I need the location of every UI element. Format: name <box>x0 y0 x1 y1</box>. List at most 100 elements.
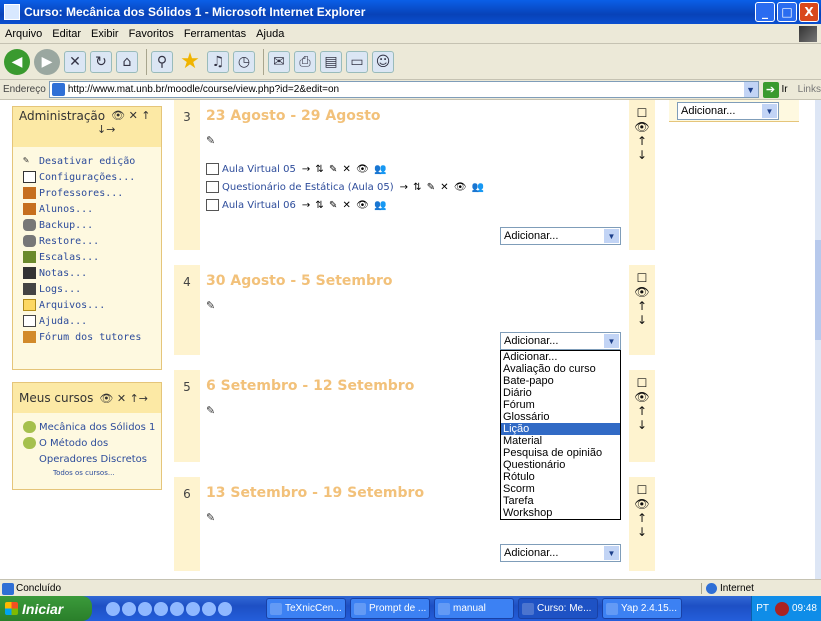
start-button[interactable]: Iniciar <box>0 596 92 621</box>
refresh-button[interactable]: ↻ <box>90 50 112 73</box>
dropdown-option[interactable]: Glossário <box>501 411 620 423</box>
language-indicator[interactable]: PT <box>756 603 769 614</box>
admin-block-controls[interactable]: 👁 ✕ ↑ <box>111 109 150 123</box>
dropdown-option-selected[interactable]: Lição <box>501 423 620 435</box>
go-button[interactable]: ➔ Ir <box>762 81 788 98</box>
admin-item-help[interactable]: Ajuda... <box>13 313 161 329</box>
admin-item-grades[interactable]: Notas... <box>13 265 161 281</box>
admin-item-tutors-forum[interactable]: Fórum dos tutores <box>13 329 161 345</box>
dropdown-option[interactable]: Tarefa <box>501 495 620 507</box>
taskbar-prompt[interactable]: Prompt de ... <box>350 598 430 619</box>
highlight-icon[interactable]: ☐ <box>637 376 648 390</box>
eye-icon[interactable]: 👁 <box>634 285 649 299</box>
quick-launch-icon[interactable] <box>106 601 120 616</box>
quick-launch-icon[interactable] <box>218 601 232 616</box>
arrow-up-icon[interactable]: ↑ <box>637 299 647 313</box>
dropdown-option[interactable]: Rótulo <box>501 471 620 483</box>
edit-summary-icon[interactable]: ✎ <box>206 299 623 313</box>
admin-item-backup[interactable]: Backup... <box>13 217 161 233</box>
arrow-up-icon[interactable]: ↑ <box>637 134 647 148</box>
admin-item-logs[interactable]: Logs... <box>13 281 161 297</box>
menu-arquivo[interactable]: Arquivo <box>0 28 47 40</box>
maximize-button[interactable]: □ <box>777 2 797 22</box>
address-dropdown-icon[interactable]: ▼ <box>743 82 758 97</box>
quick-launch-icon[interactable] <box>202 601 216 616</box>
dropdown-option[interactable]: Fórum <box>501 399 620 411</box>
activity-tools[interactable]: → ⇅ ✎ ✕ 👁 👥 <box>302 164 388 175</box>
arrow-up-icon[interactable]: ↑ <box>637 404 647 418</box>
dropdown-option[interactable]: Diário <box>501 387 620 399</box>
dropdown-option[interactable]: Bate-papo <box>501 375 620 387</box>
right-add-select[interactable]: Adicionar... ▼ <box>677 102 779 120</box>
menu-favoritos[interactable]: Favoritos <box>124 28 179 40</box>
close-button[interactable]: X <box>799 2 819 22</box>
arrow-down-icon[interactable]: ↓ <box>637 418 647 432</box>
folder-button[interactable]: ▭ <box>346 50 368 73</box>
dropdown-option[interactable]: Avaliação do curso <box>501 363 620 375</box>
activity-row[interactable]: Aula Virtual 06 → ⇅ ✎ ✕ 👁 👥 <box>206 196 623 214</box>
course-item-metodo-cont[interactable]: Operadores Discretos <box>13 451 161 467</box>
eye-icon[interactable]: 👁 <box>634 120 649 134</box>
quick-launch-icon[interactable] <box>170 601 184 616</box>
favorites-button[interactable]: ★ <box>177 49 203 75</box>
dropdown-option[interactable]: Scorm <box>501 483 620 495</box>
quick-launch-icon[interactable] <box>154 601 168 616</box>
quick-launch-icon[interactable] <box>122 601 136 616</box>
highlight-icon[interactable]: ☐ <box>637 483 648 497</box>
back-button[interactable]: ◀ <box>4 48 30 75</box>
course-item-mecanica[interactable]: Mecânica dos Sólidos 1 <box>13 419 161 435</box>
admin-item-restore[interactable]: Restore... <box>13 233 161 249</box>
messenger-button[interactable]: ☺ <box>372 50 394 73</box>
quick-launch-icon[interactable] <box>138 601 152 616</box>
highlight-icon[interactable]: ☐ <box>637 271 648 285</box>
mail-button[interactable]: ✉ <box>268 50 290 73</box>
dropdown-option[interactable]: Material <box>501 435 620 447</box>
all-courses-link[interactable]: Todos os cursos... <box>13 469 161 477</box>
edit-summary-icon[interactable]: ✎ <box>206 134 623 148</box>
arrow-down-icon[interactable]: ↓ <box>637 148 647 162</box>
my-courses-controls[interactable]: 👁 ✕ ↑→ <box>99 392 148 405</box>
dropdown-option[interactable]: Questionário <box>501 459 620 471</box>
activity-row[interactable]: Questionário de Estática (Aula 05) → ⇅ ✎ … <box>206 178 623 196</box>
links-label[interactable]: Links <box>798 84 821 95</box>
scrollbar-thumb[interactable] <box>815 240 821 340</box>
activity-tools[interactable]: → ⇅ ✎ ✕ 👁 👥 <box>302 200 388 211</box>
add-activity-select[interactable]: Adicionar... ▼ <box>500 544 621 562</box>
course-item-metodo[interactable]: O Método dos <box>13 435 161 451</box>
media-button[interactable]: ♫ <box>207 50 229 73</box>
admin-item-teachers[interactable]: Professores... <box>13 185 161 201</box>
home-button[interactable]: ⌂ <box>116 50 138 73</box>
stop-button[interactable]: ✕ <box>64 50 86 73</box>
admin-item-files[interactable]: Arquivos... <box>13 297 161 313</box>
address-input[interactable]: http://www.mat.unb.br/moodle/course/view… <box>48 81 759 98</box>
arrow-down-icon[interactable]: ↓ <box>637 313 647 327</box>
admin-item-settings[interactable]: Configurações... <box>13 169 161 185</box>
menu-editar[interactable]: Editar <box>47 28 86 40</box>
search-button[interactable]: ⚲ <box>151 50 173 73</box>
dropdown-option[interactable]: Pesquisa de opinião <box>501 447 620 459</box>
dropdown-option[interactable]: Workshop <box>501 507 620 519</box>
eye-icon[interactable]: 👁 <box>634 497 649 511</box>
menu-ajuda[interactable]: Ajuda <box>251 28 289 40</box>
taskbar-texniccenter[interactable]: TeXnicCen... <box>266 598 346 619</box>
highlight-icon[interactable]: ☐ <box>637 106 648 120</box>
admin-item-disable-edit[interactable]: ✎ Desativar edição <box>13 153 161 169</box>
vertical-scrollbar[interactable] <box>815 100 821 579</box>
taskbar-curso[interactable]: Curso: Me... <box>518 598 598 619</box>
arrow-down-icon[interactable]: ↓ <box>637 525 647 539</box>
minimize-button[interactable]: _ <box>755 2 775 22</box>
taskbar-manual[interactable]: manual <box>434 598 514 619</box>
arrow-up-icon[interactable]: ↑ <box>637 511 647 525</box>
forward-button[interactable]: ▶ <box>34 48 60 75</box>
eye-icon[interactable]: 👁 <box>634 390 649 404</box>
dropdown-option[interactable]: Adicionar... <box>501 351 620 363</box>
print-button[interactable]: ⎙ <box>294 50 316 73</box>
admin-block-controls-2[interactable]: ↓→ <box>19 123 115 136</box>
admin-item-students[interactable]: Alunos... <box>13 201 161 217</box>
add-activity-select[interactable]: Adicionar... ▼ <box>500 227 621 245</box>
activity-tools[interactable]: → ⇅ ✎ ✕ 👁 👥 <box>400 182 486 193</box>
quick-launch-icon[interactable] <box>186 601 200 616</box>
add-activity-select[interactable]: Adicionar... ▼ <box>500 332 621 350</box>
menu-ferramentas[interactable]: Ferramentas <box>179 28 251 40</box>
taskbar-yap[interactable]: Yap 2.4.15... <box>602 598 682 619</box>
